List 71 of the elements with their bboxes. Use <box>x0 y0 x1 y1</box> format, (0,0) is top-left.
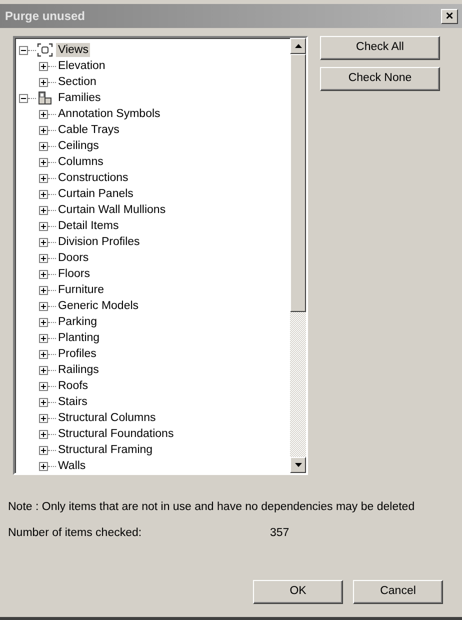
cancel-button[interactable]: Cancel <box>353 580 443 604</box>
tree-item[interactable]: Generic Models <box>56 299 141 313</box>
tree-item[interactable]: Division Profiles <box>56 235 142 249</box>
tree-item[interactable]: Annotation Symbols <box>56 107 162 121</box>
expand-toggle[interactable] <box>39 270 48 278</box>
scroll-thumb[interactable] <box>290 54 306 312</box>
scrollbar[interactable] <box>290 38 306 473</box>
tree-item[interactable]: Structural Foundations <box>56 427 176 441</box>
tree-item[interactable]: Planting <box>56 331 102 345</box>
expand-toggle[interactable] <box>39 446 48 454</box>
tree-item[interactable]: Parking <box>56 315 99 329</box>
expand-toggle[interactable] <box>39 174 48 182</box>
expand-toggle[interactable] <box>39 414 48 422</box>
expand-toggle[interactable] <box>39 382 48 390</box>
count-label: Number of items checked: <box>8 526 143 542</box>
tree-item[interactable]: Cable Trays <box>56 123 122 137</box>
tree-item[interactable]: Columns <box>56 155 106 169</box>
check-button[interactable]: Check All <box>320 36 440 60</box>
expand-toggle[interactable] <box>39 142 48 150</box>
tree-item[interactable]: Views <box>56 43 90 57</box>
expand-toggle[interactable] <box>39 462 48 470</box>
expand-toggle[interactable] <box>39 286 48 294</box>
ok-button[interactable]: OK <box>253 580 343 604</box>
expand-toggle[interactable] <box>39 222 48 230</box>
scroll-down-button[interactable] <box>290 457 306 473</box>
expand-toggle[interactable] <box>39 158 48 166</box>
tree-item[interactable]: Families <box>56 91 103 105</box>
collapse-toggle[interactable] <box>19 94 28 102</box>
up-arrow-icon <box>294 44 302 48</box>
tree-item[interactable]: Curtain Panels <box>56 187 136 201</box>
tree-item[interactable]: Detail Items <box>56 219 121 233</box>
expand-toggle[interactable] <box>39 190 48 198</box>
tree-item[interactable]: Furniture <box>56 283 106 297</box>
expand-toggle[interactable] <box>39 302 48 310</box>
expand-toggle[interactable] <box>39 238 48 246</box>
expand-toggle[interactable] <box>39 334 48 342</box>
expand-toggle[interactable] <box>39 126 48 134</box>
expand-toggle[interactable] <box>39 318 48 326</box>
tree-item[interactable]: Walls <box>56 459 88 473</box>
tree-item[interactable]: Elevation <box>56 59 108 73</box>
count-value: 357 <box>270 526 290 542</box>
window-title: Purge unused <box>5 8 86 25</box>
tree-item[interactable]: Ceilings <box>56 139 101 153</box>
expand-toggle[interactable] <box>39 430 48 438</box>
tree-item[interactable]: Roofs <box>56 379 90 393</box>
expand-toggle[interactable] <box>39 78 48 86</box>
views-icon <box>37 43 53 57</box>
families-icon <box>37 91 53 105</box>
tree-item[interactable]: Stairs <box>56 395 90 409</box>
expand-toggle[interactable] <box>39 398 48 406</box>
expand-toggle[interactable] <box>39 366 48 374</box>
scroll-up-button[interactable] <box>290 38 306 54</box>
tree-item[interactable]: Railings <box>56 363 101 377</box>
tree-item[interactable]: Profiles <box>56 347 98 361</box>
down-arrow-icon <box>294 463 302 467</box>
tree-item[interactable]: Constructions <box>56 171 130 185</box>
tree-item[interactable]: Doors <box>56 251 91 265</box>
note-text: Note : Only items that are not in use and have no dependencies may be deleted <box>8 500 416 515</box>
collapse-toggle[interactable] <box>19 46 28 54</box>
expand-toggle[interactable] <box>39 254 48 262</box>
expand-toggle[interactable] <box>39 350 48 358</box>
tree-item[interactable]: Structural Framing <box>56 443 155 457</box>
tree-item[interactable]: Curtain Wall Mullions <box>56 203 168 217</box>
tree-item[interactable]: Floors <box>56 267 92 281</box>
tree-item[interactable]: Section <box>56 75 98 89</box>
tree-item[interactable]: Structural Columns <box>56 411 158 425</box>
expand-toggle[interactable] <box>39 62 48 70</box>
expand-toggle[interactable] <box>39 110 48 118</box>
check-button[interactable]: Check None <box>320 67 440 91</box>
expand-toggle[interactable] <box>39 206 48 214</box>
close-button[interactable]: × <box>441 8 458 24</box>
